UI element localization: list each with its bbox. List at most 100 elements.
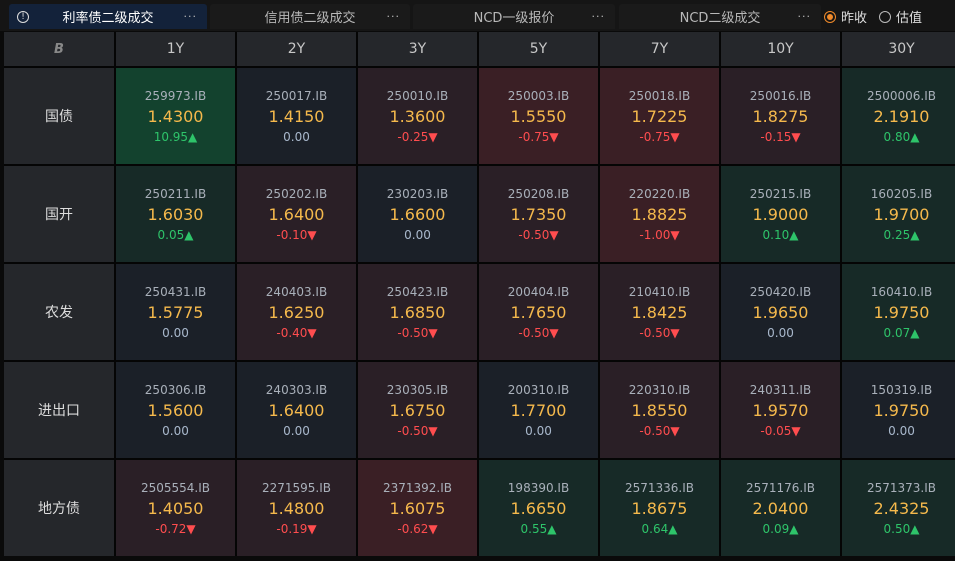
column-header-1Y[interactable]: 1Y xyxy=(116,32,235,66)
yield-value: 1.6075 xyxy=(389,498,446,518)
quote-cell[interactable]: 200404.IB 1.7650 -0.50▼ xyxy=(479,264,598,360)
bond-code: 250017.IB xyxy=(265,88,328,103)
yield-matrix: B 1Y 2Y 3Y 5Y 7Y 10Y 30Y 国债 259973.IB 1.4300 10.95… xyxy=(4,32,955,556)
yield-value: 1.6750 xyxy=(389,400,446,420)
quote-cell[interactable]: 250010.IB 1.3600 -0.25▼ xyxy=(358,68,477,164)
quote-cell[interactable]: 250211.IB 1.6030 0.05▲ xyxy=(116,166,235,262)
column-header-3Y[interactable]: 3Y xyxy=(358,32,477,66)
column-header-2Y[interactable]: 2Y xyxy=(237,32,356,66)
more-icon[interactable]: ··· xyxy=(387,10,401,23)
yield-value: 1.8275 xyxy=(752,106,809,126)
quote-cell[interactable]: 250003.IB 1.5550 -0.75▼ xyxy=(479,68,598,164)
quote-cell[interactable]: 198390.IB 1.6650 0.55▲ xyxy=(479,460,598,556)
change-bp: 0.09▲ xyxy=(762,521,799,536)
change-bp: -1.00▼ xyxy=(639,227,680,242)
more-icon[interactable]: ··· xyxy=(184,10,198,23)
change-bp: 0.50▲ xyxy=(883,521,920,536)
quote-cell[interactable]: 240403.IB 1.6250 -0.40▼ xyxy=(237,264,356,360)
quote-cell[interactable]: 160205.IB 1.9700 0.25▲ xyxy=(842,166,955,262)
quote-cell[interactable]: 250431.IB 1.5775 0.00 xyxy=(116,264,235,360)
tab-ncd-secondary[interactable]: NCD二级成交 ··· xyxy=(619,4,821,29)
quote-cell[interactable]: 250202.IB 1.6400 -0.10▼ xyxy=(237,166,356,262)
column-header-7Y[interactable]: 7Y xyxy=(600,32,719,66)
quote-cell[interactable]: 220310.IB 1.8550 -0.50▼ xyxy=(600,362,719,458)
row-label: 进出口 xyxy=(4,362,114,458)
change-bp: 0.00 xyxy=(283,423,310,438)
yield-value: 1.6400 xyxy=(268,204,325,224)
yield-value: 1.4050 xyxy=(147,498,204,518)
quote-cell[interactable]: 250215.IB 1.9000 0.10▲ xyxy=(721,166,840,262)
tab-rate-bond-secondary[interactable]: ! 利率债二级成交 ··· xyxy=(9,4,207,29)
radio-checked-icon xyxy=(824,10,836,23)
yield-value: 1.6600 xyxy=(389,204,446,224)
quote-cell[interactable]: 2571176.IB 2.0400 0.09▲ xyxy=(721,460,840,556)
column-header-5Y[interactable]: 5Y xyxy=(479,32,598,66)
bond-code: 2571336.IB xyxy=(624,480,695,495)
quote-cell[interactable]: 2505554.IB 1.4050 -0.72▼ xyxy=(116,460,235,556)
yield-value: 1.7650 xyxy=(510,302,567,322)
radio-valuation[interactable]: 估值 xyxy=(879,7,922,26)
yield-value: 1.7350 xyxy=(510,204,567,224)
quote-cell[interactable]: 230305.IB 1.6750 -0.50▼ xyxy=(358,362,477,458)
quote-cell[interactable]: 250423.IB 1.6850 -0.50▼ xyxy=(358,264,477,360)
row-label: 地方债 xyxy=(4,460,114,556)
bond-code: 250215.IB xyxy=(749,186,812,201)
change-bp: -0.62▼ xyxy=(397,521,438,536)
tab-label: 利率债二级成交 xyxy=(62,11,154,26)
bond-code: 2571373.IB xyxy=(866,480,937,495)
radio-label: 昨收 xyxy=(841,11,868,26)
row-label: 国开 xyxy=(4,166,114,262)
yield-value: 1.8825 xyxy=(631,204,688,224)
quote-cell[interactable]: 240303.IB 1.6400 0.00 xyxy=(237,362,356,458)
bond-code: 240311.IB xyxy=(749,382,812,397)
quote-cell[interactable]: 230203.IB 1.6600 0.00 xyxy=(358,166,477,262)
bond-code: 220220.IB xyxy=(628,186,691,201)
column-header-30Y[interactable]: 30Y xyxy=(842,32,955,66)
quote-cell[interactable]: 250208.IB 1.7350 -0.50▼ xyxy=(479,166,598,262)
change-bp: 0.00 xyxy=(283,129,310,144)
quote-cell[interactable]: 210410.IB 1.8425 -0.50▼ xyxy=(600,264,719,360)
quote-cell[interactable]: 240311.IB 1.9570 -0.05▼ xyxy=(721,362,840,458)
quote-cell[interactable]: 2500006.IB 2.1910 0.80▲ xyxy=(842,68,955,164)
quote-cell[interactable]: 259973.IB 1.4300 10.95▲ xyxy=(116,68,235,164)
yield-value: 2.0400 xyxy=(752,498,809,518)
column-header-10Y[interactable]: 10Y xyxy=(721,32,840,66)
row-label: 国债 xyxy=(4,68,114,164)
bond-code: 250431.IB xyxy=(144,284,207,299)
quote-cell[interactable]: 2571336.IB 1.8675 0.64▲ xyxy=(600,460,719,556)
yield-value: 1.4800 xyxy=(268,498,325,518)
bond-code: 2500006.IB xyxy=(866,88,937,103)
yield-value: 1.6650 xyxy=(510,498,567,518)
bond-code: 240403.IB xyxy=(265,284,328,299)
quote-cell[interactable]: 2271595.IB 1.4800 -0.19▼ xyxy=(237,460,356,556)
quote-cell[interactable]: 250017.IB 1.4150 0.00 xyxy=(237,68,356,164)
more-icon[interactable]: ··· xyxy=(592,10,606,23)
change-bp: -0.72▼ xyxy=(155,521,196,536)
change-bp: -0.50▼ xyxy=(518,227,559,242)
bond-code: 240303.IB xyxy=(265,382,328,397)
quote-cell[interactable]: 250018.IB 1.7225 -0.75▼ xyxy=(600,68,719,164)
quote-cell[interactable]: 250420.IB 1.9650 0.00 xyxy=(721,264,840,360)
radio-label: 估值 xyxy=(896,11,923,26)
quote-cell[interactable]: 250016.IB 1.8275 -0.15▼ xyxy=(721,68,840,164)
tab-ncd-primary[interactable]: NCD一级报价 ··· xyxy=(413,4,615,29)
quote-cell[interactable]: 220220.IB 1.8825 -1.00▼ xyxy=(600,166,719,262)
quote-cell[interactable]: 150319.IB 1.9750 0.00 xyxy=(842,362,955,458)
quote-cell[interactable]: 2571373.IB 2.4325 0.50▲ xyxy=(842,460,955,556)
info-icon[interactable]: ! xyxy=(17,10,29,23)
corner-logo: B xyxy=(4,32,114,66)
change-bp: -0.10▼ xyxy=(276,227,317,242)
radio-prev-close[interactable]: 昨收 xyxy=(824,7,867,26)
quote-cell[interactable]: 2371392.IB 1.6075 -0.62▼ xyxy=(358,460,477,556)
logo-icon: B xyxy=(54,41,64,57)
bond-code: 250018.IB xyxy=(628,88,691,103)
quote-cell[interactable]: 200310.IB 1.7700 0.00 xyxy=(479,362,598,458)
tab-credit-bond-secondary[interactable]: 信用债二级成交 ··· xyxy=(210,4,410,29)
quote-cell[interactable]: 160410.IB 1.9750 0.07▲ xyxy=(842,264,955,360)
more-icon[interactable]: ··· xyxy=(798,10,812,23)
change-bp: -0.50▼ xyxy=(397,423,438,438)
quote-cell[interactable]: 250306.IB 1.5600 0.00 xyxy=(116,362,235,458)
bond-code: 2505554.IB xyxy=(140,480,211,495)
yield-value: 1.5775 xyxy=(147,302,204,322)
change-bp: 0.80▲ xyxy=(883,129,920,144)
